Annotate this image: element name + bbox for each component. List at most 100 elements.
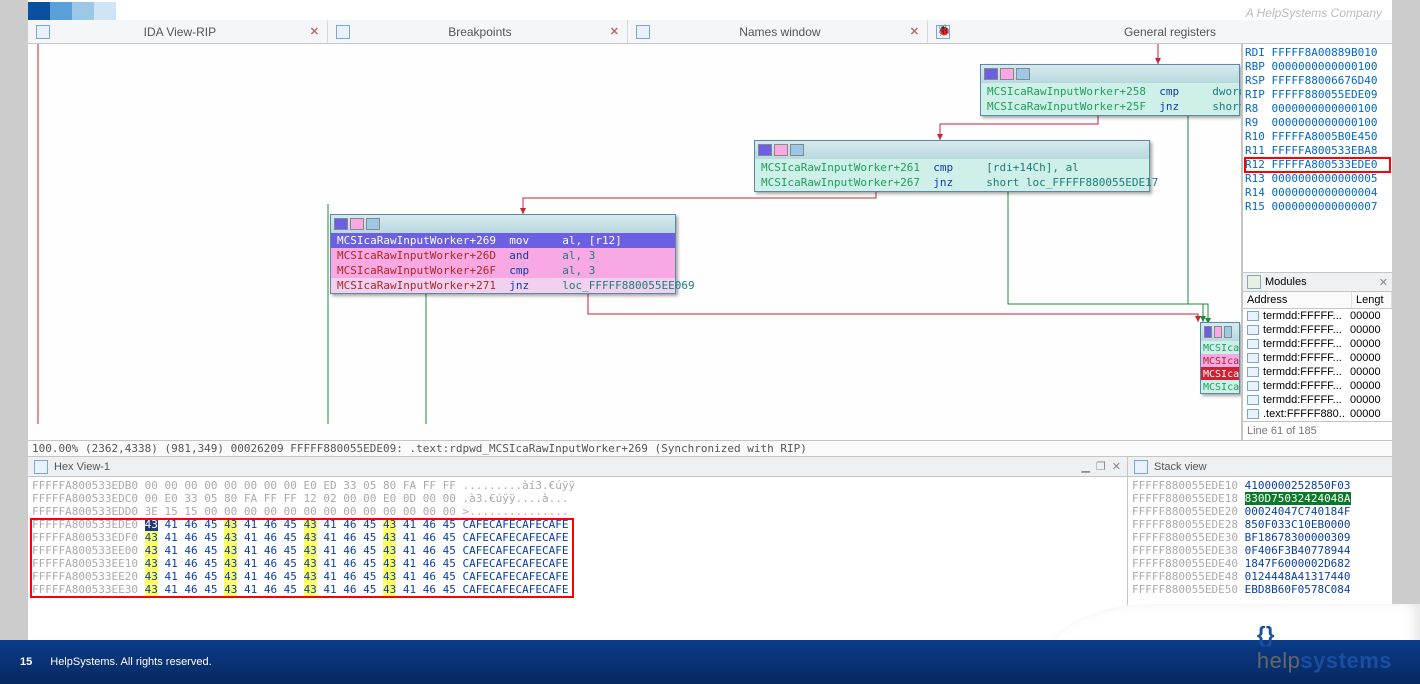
- color-icon: [774, 144, 788, 156]
- module-row[interactable]: termdd:FFFFF...00000: [1243, 379, 1392, 393]
- tab-label: General registers: [956, 25, 1384, 39]
- node-header[interactable]: [331, 215, 675, 233]
- register-rip[interactable]: RIP FFFFF880055EDE09: [1245, 88, 1390, 102]
- hex-row[interactable]: FFFFFA800533EE10 43 41 46 45 43 41 46 45…: [32, 557, 1123, 570]
- modules-panel[interactable]: Address Lengt termdd:FFFFF...00000termdd…: [1243, 292, 1392, 421]
- hex-row[interactable]: FFFFFA800533EE00 43 41 46 45 43 41 46 45…: [32, 544, 1123, 557]
- hex-row[interactable]: FFFFFA800533EDE0 43 41 46 45 43 41 46 45…: [32, 518, 1123, 531]
- page-number: 15: [20, 656, 32, 668]
- modules-tab[interactable]: Modules ✕: [1243, 272, 1392, 292]
- hex-title: Hex View-1: [54, 461, 110, 473]
- module-row[interactable]: termdd:FFFFF...00000: [1243, 365, 1392, 379]
- stack-row[interactable]: FFFFF880055EDE20 00024047C740184F: [1132, 505, 1388, 518]
- tab-label: Breakpoints: [356, 25, 604, 39]
- register-r9[interactable]: R9 0000000000000100: [1245, 116, 1390, 130]
- stack-icon: [1134, 460, 1148, 474]
- col-length[interactable]: Lengt: [1352, 292, 1392, 308]
- module-row[interactable]: termdd:FFFFF...00000: [1243, 323, 1392, 337]
- node-body: MCSIca MCSIca MCSIca MCSIca: [1201, 341, 1239, 393]
- graph-node[interactable]: MCSIca MCSIca MCSIca MCSIca: [1200, 322, 1240, 394]
- tab-ida-view[interactable]: IDA View-RIP ✕: [28, 20, 328, 43]
- stack-view-header: Stack view: [1128, 457, 1392, 477]
- color-icon: [1000, 68, 1014, 80]
- register-r14[interactable]: R14 0000000000000004: [1245, 186, 1390, 200]
- hex-row[interactable]: FFFFFA800533EE30 43 41 46 45 43 41 46 45…: [32, 583, 1123, 596]
- hex-dump[interactable]: FFFFFA800533EDB0 00 00 00 00 00 00 00 00…: [28, 477, 1127, 656]
- node-header[interactable]: [981, 65, 1239, 83]
- bug-icon: [936, 25, 950, 39]
- register-r15[interactable]: R15 0000000000000007: [1245, 200, 1390, 214]
- hex-row[interactable]: FFFFFA800533EDD0 3E 15 15 00 00 00 00 00…: [32, 505, 1123, 518]
- node-body: MCSIcaRawInputWorker+258 cmp dword pt MC…: [981, 83, 1239, 115]
- color-icon: [1016, 68, 1030, 80]
- hex-row[interactable]: FFFFFA800533EDC0 00 E0 33 05 80 FA FF FF…: [32, 492, 1123, 505]
- modules-icon: [1247, 275, 1261, 289]
- stack-row[interactable]: FFFFF880055EDE38 0F406F3B40778944: [1132, 544, 1388, 557]
- col-address[interactable]: Address: [1243, 292, 1352, 308]
- close-icon[interactable]: ✕: [1379, 276, 1388, 289]
- stack-row[interactable]: FFFFF880055EDE48 0124448A41317440: [1132, 570, 1388, 583]
- minimize-icon[interactable]: ▁: [1081, 460, 1089, 473]
- graph-node[interactable]: MCSIcaRawInputWorker+261 cmp [rdi+14Ch],…: [754, 140, 1150, 192]
- module-row[interactable]: termdd:FFFFF...00000: [1243, 351, 1392, 365]
- register-r13[interactable]: R13 0000000000000005: [1245, 172, 1390, 186]
- tab-names[interactable]: Names window ✕: [628, 20, 928, 43]
- register-r11[interactable]: R11 FFFFFA800533EBA8: [1245, 144, 1390, 158]
- stack-row[interactable]: FFFFF880055EDE30 BF18678300000309: [1132, 531, 1388, 544]
- line-info: Line 61 of 185: [1243, 421, 1392, 440]
- stack-title: Stack view: [1154, 461, 1207, 473]
- register-r12[interactable]: R12 FFFFFA800533EDE0: [1245, 158, 1390, 172]
- graph-view[interactable]: MCSIcaRawInputWorker+258 cmp dword pt MC…: [28, 44, 1242, 440]
- color-icon: [790, 144, 804, 156]
- register-r10[interactable]: R10 FFFFFA8005B0E450: [1245, 130, 1390, 144]
- module-row[interactable]: termdd:FFFFF...00000: [1243, 393, 1392, 407]
- tab-general-registers[interactable]: General registers: [928, 20, 1392, 43]
- ida-view-icon: [36, 25, 50, 39]
- restore-icon[interactable]: ❐: [1096, 460, 1106, 473]
- status-bar: 100.00% (2362,4338) (981,349) 00026209 F…: [28, 440, 1392, 456]
- footer: 15 HelpSystems. All rights reserved.: [0, 640, 1420, 684]
- hex-icon: [34, 460, 48, 474]
- register-rsp[interactable]: RSP FFFFF88006676D40: [1245, 74, 1390, 88]
- module-row[interactable]: termdd:FFFFF...00000: [1243, 337, 1392, 351]
- tab-label: Names window: [656, 25, 904, 39]
- tab-row: IDA View-RIP ✕ Breakpoints ✕ Names windo…: [28, 20, 1392, 44]
- top-bar: A HelpSystems Company: [28, 0, 1392, 20]
- hex-row[interactable]: FFFFFA800533EE20 43 41 46 45 43 41 46 45…: [32, 570, 1123, 583]
- stack-row[interactable]: FFFFF880055EDE18 830D75032424048A: [1132, 492, 1388, 505]
- register-r8[interactable]: R8 0000000000000100: [1245, 102, 1390, 116]
- color-icon: [1204, 326, 1212, 338]
- stack-row[interactable]: FFFFF880055EDE40 1847F6000002D682: [1132, 557, 1388, 570]
- hex-row[interactable]: FFFFFA800533EDF0 43 41 46 45 43 41 46 45…: [32, 531, 1123, 544]
- register-rbp[interactable]: RBP 0000000000000100: [1245, 60, 1390, 74]
- color-icon: [366, 218, 380, 230]
- module-row[interactable]: .text:FFFFF880...00000: [1243, 407, 1392, 421]
- copyright: HelpSystems. All rights reserved.: [50, 656, 211, 668]
- color-icon: [1214, 326, 1222, 338]
- hex-row[interactable]: FFFFFA800533EDB0 00 00 00 00 00 00 00 00…: [32, 479, 1123, 492]
- stack-row[interactable]: FFFFF880055EDE28 850F033C10EB0000: [1132, 518, 1388, 531]
- node-header[interactable]: [1201, 323, 1239, 341]
- close-icon[interactable]: ✕: [1112, 460, 1121, 473]
- color-icon: [350, 218, 364, 230]
- close-icon[interactable]: ✕: [610, 25, 619, 38]
- module-row[interactable]: termdd:FFFFF...00000: [1243, 309, 1392, 323]
- hex-view-pane[interactable]: Hex View-1 ▁ ❐ ✕ FFFFFA800533EDB0 00 00 …: [28, 457, 1128, 656]
- node-header[interactable]: [755, 141, 1149, 159]
- tab-breakpoints[interactable]: Breakpoints ✕: [328, 20, 628, 43]
- close-icon[interactable]: ✕: [310, 25, 319, 38]
- registers-panel[interactable]: RDI FFFFF8A00889B010RBP 0000000000000100…: [1243, 44, 1392, 272]
- color-icon: [758, 144, 772, 156]
- graph-node[interactable]: MCSIcaRawInputWorker+258 cmp dword pt MC…: [980, 64, 1240, 116]
- color-icon: [334, 218, 348, 230]
- stack-row[interactable]: FFFFF880055EDE10 4100000252850F03: [1132, 479, 1388, 492]
- breakpoints-icon: [336, 25, 350, 39]
- tab-label: IDA View-RIP: [56, 25, 304, 39]
- graph-node[interactable]: MCSIcaRawInputWorker+269 mov al, [r12]MC…: [330, 214, 676, 294]
- node-body: MCSIcaRawInputWorker+269 mov al, [r12]MC…: [331, 233, 675, 293]
- register-rdi[interactable]: RDI FFFFF8A00889B010: [1245, 46, 1390, 60]
- close-icon[interactable]: ✕: [910, 25, 919, 38]
- stack-row[interactable]: FFFFF880055EDE50 EBD8B60F0578C084: [1132, 583, 1388, 596]
- modules-title: Modules: [1265, 276, 1307, 288]
- names-icon: [636, 25, 650, 39]
